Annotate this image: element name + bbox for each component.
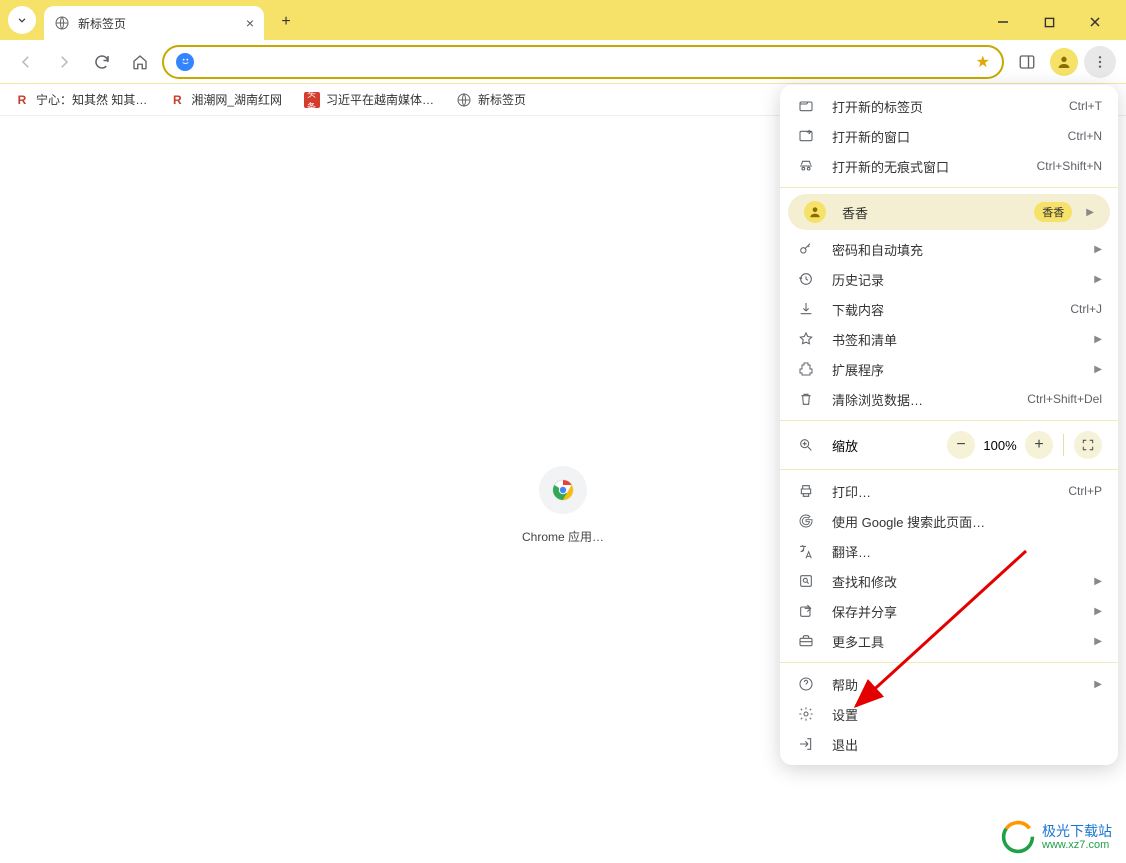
exit-icon [796,736,816,752]
translate-icon [796,543,816,559]
close-window-button[interactable] [1072,4,1118,40]
zoom-value: 100% [975,438,1025,453]
chrome-apps-icon [539,466,587,514]
menu-settings[interactable]: 设置 [780,699,1118,729]
bookmark-icon: 头条 [304,92,320,108]
menu-separator [780,187,1118,188]
menu-separator [780,420,1118,421]
app-shortcut[interactable]: Chrome 应用… [522,466,604,545]
menu-passwords[interactable]: 密码和自动填充▶ [780,234,1118,264]
gear-icon [796,706,816,722]
print-icon [796,483,816,499]
menu-google-search[interactable]: 使用 Google 搜索此页面… [780,506,1118,536]
bookmark-item[interactable]: 新标签页 [456,91,526,108]
toolbox-icon [796,633,816,649]
chevron-right-icon: ▶ [1094,244,1102,255]
menu-bookmarks[interactable]: 书签和清单▶ [780,324,1118,354]
watermark-url: www.xz7.com [1042,839,1112,851]
url-input[interactable] [202,54,976,70]
help-icon [796,676,816,692]
menu-profile[interactable]: 香香香香▶ [788,194,1110,230]
tab-search-button[interactable] [8,6,36,34]
side-panel-button[interactable] [1010,45,1044,79]
menu-new-window[interactable]: 打开新的窗口Ctrl+N [780,121,1118,151]
shortcut-label: Chrome 应用… [522,528,604,545]
minimize-button[interactable] [980,4,1026,40]
reload-button[interactable] [86,46,118,78]
share-icon [796,603,816,619]
forward-button[interactable] [48,46,80,78]
new-tab-button[interactable]: + [272,8,300,36]
more-menu-button[interactable] [1084,46,1116,78]
more-menu: 打开新的标签页Ctrl+T 打开新的窗口Ctrl+N 打开新的无痕式窗口Ctrl… [780,85,1118,765]
menu-help[interactable]: 帮助▶ [780,669,1118,699]
tab-icon [796,98,816,114]
menu-separator [780,662,1118,663]
chevron-right-icon: ▶ [1094,679,1102,690]
tab-title: 新标签页 [78,15,126,32]
chevron-right-icon: ▶ [1094,606,1102,617]
close-tab-button[interactable]: × [246,15,254,31]
menu-downloads[interactable]: 下载内容Ctrl+J [780,294,1118,324]
key-icon [796,241,816,257]
bookmark-item[interactable]: 头条习近平在越南媒体… [304,91,434,108]
menu-clear-data[interactable]: 清除浏览数据…Ctrl+Shift+Del [780,384,1118,414]
chevron-right-icon: ▶ [1094,576,1102,587]
google-icon [796,513,816,529]
chevron-down-icon [15,13,29,27]
menu-new-tab[interactable]: 打开新的标签页Ctrl+T [780,91,1118,121]
chevron-right-icon: ▶ [1094,334,1102,345]
zoom-in-button[interactable]: + [1025,431,1053,459]
star-icon [796,331,816,347]
trash-icon [796,391,816,407]
back-button[interactable] [10,46,42,78]
extension-icon [796,361,816,377]
address-bar[interactable]: ★ [162,45,1004,79]
bookmark-icon: R [169,92,185,108]
profile-button[interactable] [1050,48,1078,76]
browser-tab[interactable]: 新标签页 × [44,6,264,40]
menu-separator [780,469,1118,470]
watermark: 极光下载站 www.xz7.com [1000,819,1112,855]
menu-print[interactable]: 打印…Ctrl+P [780,476,1118,506]
toolbar: ★ [0,40,1126,84]
menu-incognito[interactable]: 打开新的无痕式窗口Ctrl+Shift+N [780,151,1118,181]
menu-save-share[interactable]: 保存并分享▶ [780,596,1118,626]
bookmark-item[interactable]: R湘潮网_湖南红网 [169,91,282,108]
fullscreen-button[interactable] [1074,431,1102,459]
site-icon [176,53,194,71]
menu-extensions[interactable]: 扩展程序▶ [780,354,1118,384]
zoom-icon [796,437,816,453]
find-icon [796,573,816,589]
bookmark-star-icon[interactable]: ★ [976,52,990,72]
chevron-right-icon: ▶ [1094,636,1102,647]
globe-icon [456,92,472,108]
menu-more-tools[interactable]: 更多工具▶ [780,626,1118,656]
home-button[interactable] [124,46,156,78]
menu-history[interactable]: 历史记录▶ [780,264,1118,294]
menu-exit[interactable]: 退出 [780,729,1118,759]
titlebar: 新标签页 × + [0,0,1126,40]
bookmark-item[interactable]: R宁心：知其然 知其… [14,91,147,108]
download-icon [796,301,816,317]
history-icon [796,271,816,287]
window-controls [980,4,1118,40]
menu-zoom: 缩放 − 100% + [780,427,1118,463]
watermark-name: 极光下载站 [1042,823,1112,840]
bookmark-icon: R [14,92,30,108]
menu-find[interactable]: 查找和修改▶ [780,566,1118,596]
maximize-button[interactable] [1026,4,1072,40]
person-icon [804,201,826,223]
watermark-logo-icon [1000,819,1036,855]
globe-icon [54,15,70,31]
chevron-right-icon: ▶ [1086,207,1094,218]
incognito-icon [796,158,816,174]
chevron-right-icon: ▶ [1094,274,1102,285]
menu-translate[interactable]: 翻译… [780,536,1118,566]
zoom-out-button[interactable]: − [947,431,975,459]
chevron-right-icon: ▶ [1094,364,1102,375]
window-icon [796,128,816,144]
